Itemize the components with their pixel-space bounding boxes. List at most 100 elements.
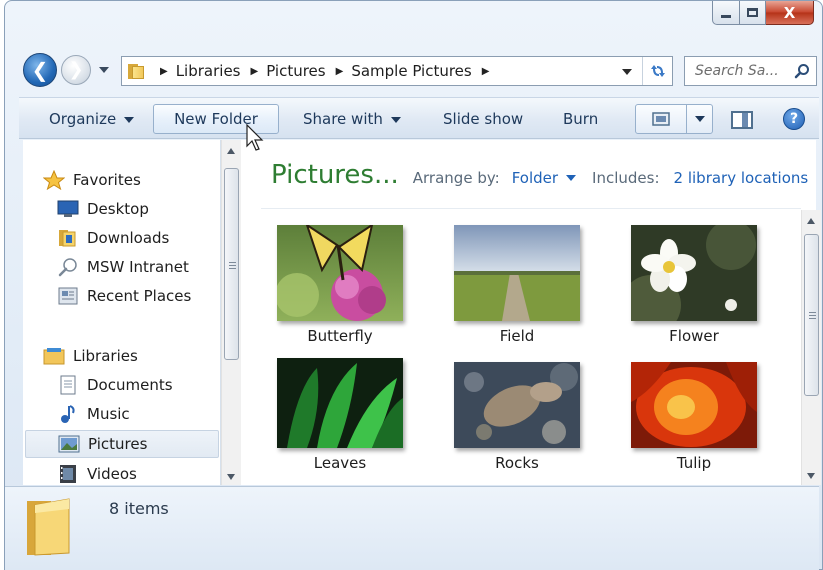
help-button[interactable]: ? (783, 108, 805, 130)
nav-item-label: Desktop (87, 200, 149, 218)
explorer-window: X ❮ ❯ ▶ Libraries ▶ Pictures ▶ Sample Pi… (4, 0, 823, 570)
nav-item-pictures[interactable]: Pictures (25, 430, 219, 458)
scroll-thumb[interactable] (804, 234, 819, 396)
library-locations-link[interactable]: 2 library locations (674, 169, 809, 187)
scroll-up-icon[interactable] (227, 148, 235, 154)
maximize-button[interactable] (740, 1, 766, 25)
downloads-folder-icon (57, 228, 79, 248)
search-box[interactable] (684, 56, 817, 86)
flower-image (631, 225, 757, 321)
scroll-up-icon[interactable] (807, 218, 815, 224)
folder-icon (27, 498, 70, 556)
search-icon (57, 257, 79, 277)
arrow-left-icon: ❮ (31, 58, 49, 82)
maximize-icon (747, 8, 758, 17)
change-view-button[interactable] (635, 104, 713, 134)
share-with-label: Share with (303, 110, 383, 128)
navigation-pane: Favorites Desktop Downloads MSW Intranet (23, 140, 221, 485)
slide-show-label: Slide show (443, 110, 524, 128)
item-count: 8 items (109, 499, 169, 518)
breadcrumb-pictures[interactable]: Pictures (266, 62, 325, 80)
recent-places-icon (57, 286, 79, 306)
nav-libraries-label: Libraries (73, 347, 138, 365)
star-icon (43, 170, 65, 190)
thumbnail-butterfly[interactable]: Butterfly (276, 225, 404, 345)
arrow-right-icon: ❯ (68, 59, 84, 80)
share-with-menu[interactable]: Share with (293, 104, 411, 134)
recent-pages-dropdown[interactable] (99, 67, 109, 73)
mouse-cursor-icon (246, 124, 264, 151)
nav-item-label: MSW Intranet (87, 258, 189, 276)
back-button[interactable]: ❮ (23, 53, 57, 87)
file-list-scrollbar[interactable] (801, 210, 821, 485)
chevron-right-icon[interactable]: ▶ (160, 66, 168, 77)
rocks-image (454, 362, 580, 448)
burn-button[interactable]: Burn (553, 104, 608, 134)
thumbnail-label: Field (499, 327, 535, 345)
page-title: Pictures... (271, 160, 399, 190)
chevron-right-icon[interactable]: ▶ (336, 66, 344, 77)
breadcrumb-libraries[interactable]: Libraries (176, 62, 241, 80)
minimize-button[interactable] (712, 1, 740, 25)
refresh-button[interactable] (642, 57, 672, 85)
navigation-pane-scrollbar[interactable] (221, 140, 241, 485)
minimize-icon (721, 15, 731, 18)
thumbnail-label: Flower (669, 327, 719, 345)
thumbnail-tulip[interactable]: Tulip (630, 362, 758, 472)
nav-favorites[interactable]: Favorites (43, 166, 239, 194)
help-icon: ? (789, 111, 799, 127)
preview-pane-button[interactable] (731, 111, 753, 129)
nav-item-label: Recent Places (87, 287, 192, 305)
nav-item-label: Documents (87, 376, 173, 394)
arrange-by-value: Folder (511, 169, 559, 187)
burn-label: Burn (563, 110, 599, 128)
address-dropdown-icon[interactable] (622, 69, 632, 75)
organize-label: Organize (49, 110, 117, 128)
view-icon[interactable] (636, 105, 686, 133)
thumbnail-leaves[interactable]: Leaves (276, 358, 404, 472)
chevron-right-icon[interactable]: ▶ (251, 66, 259, 77)
scroll-down-icon[interactable] (227, 474, 235, 480)
arrange-by-dropdown[interactable]: Folder (511, 169, 577, 187)
thumbnail-label: Rocks (495, 454, 539, 472)
thumbnail-label: Leaves (313, 454, 367, 472)
tulip-image (631, 362, 757, 448)
thumbnail-rocks[interactable]: Rocks (453, 362, 581, 472)
folder-icon (128, 63, 146, 79)
nav-item-label: Downloads (87, 229, 170, 247)
chevron-down-icon (390, 117, 401, 123)
close-button[interactable]: X (766, 1, 814, 25)
file-list: Pictures... Arrange by: Folder Includes:… (241, 140, 816, 485)
nav-favorites-label: Favorites (73, 171, 141, 189)
thumbnail-field[interactable]: Field (453, 225, 581, 345)
navigation-bar: ❮ ❯ ▶ Libraries ▶ Pictures ▶ Sample Pict… (19, 49, 819, 91)
main-area: Favorites Desktop Downloads MSW Intranet (23, 140, 821, 485)
arrange-by-label: Arrange by: (412, 169, 500, 187)
butterfly-image (277, 225, 403, 321)
divider (261, 208, 801, 209)
chevron-down-icon (694, 116, 705, 122)
thumbnail-label: Butterfly (307, 327, 373, 345)
organize-menu[interactable]: Organize (39, 104, 144, 134)
pictures-icon (58, 434, 80, 454)
chevron-down-icon (124, 117, 135, 123)
slide-show-button[interactable]: Slide show (433, 104, 533, 134)
chevron-right-icon[interactable]: ▶ (482, 66, 490, 77)
caption-buttons: X (712, 1, 814, 29)
scroll-down-icon[interactable] (807, 473, 815, 479)
documents-icon (57, 375, 79, 395)
forward-button[interactable]: ❯ (61, 55, 91, 85)
thumbnail-label: Tulip (676, 454, 712, 472)
details-pane: 8 items (5, 486, 819, 570)
nav-item-label: Music (87, 405, 130, 423)
address-bar[interactable]: ▶ Libraries ▶ Pictures ▶ Sample Pictures… (121, 56, 673, 86)
nav-item-label: Videos (87, 465, 137, 483)
search-input[interactable] (695, 63, 790, 79)
view-options-dropdown[interactable] (686, 105, 712, 133)
search-icon[interactable] (794, 63, 810, 79)
nav-libraries[interactable]: Libraries (43, 342, 239, 370)
refresh-icon (650, 65, 665, 77)
thumbnail-flower[interactable]: Flower (630, 225, 758, 345)
breadcrumb-sample-pictures[interactable]: Sample Pictures (351, 62, 471, 80)
scroll-thumb[interactable] (224, 168, 239, 360)
